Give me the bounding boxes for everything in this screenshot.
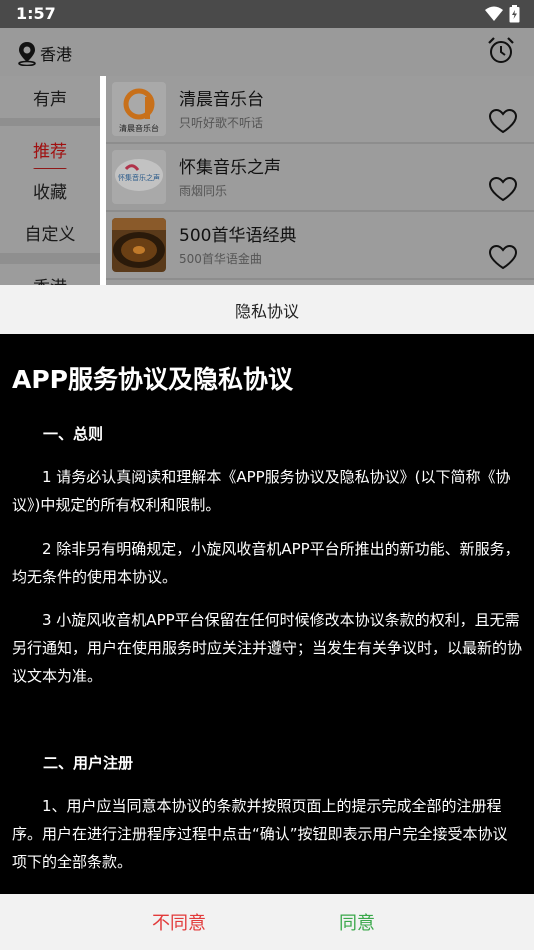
category-item-selected[interactable]: 推荐	[0, 126, 100, 172]
wifi-icon	[485, 6, 503, 21]
section-heading: 二、用户注册	[43, 754, 134, 772]
alarm-clock-icon[interactable]	[486, 36, 516, 66]
agree-button[interactable]: 同意	[268, 894, 446, 950]
agreement-content[interactable]: APP服务协议及隐私协议 一、总则 1 请务必认真阅读和理解本《APP服务协议及…	[0, 334, 534, 894]
category-item[interactable]: 自定义	[0, 211, 100, 253]
battery-icon	[509, 5, 520, 23]
status-bar: 1:57	[0, 0, 534, 28]
document-title: APP服务协议及隐私协议	[12, 365, 293, 394]
station-logo	[112, 218, 166, 272]
station-row[interactable]: 怀集音乐之声 怀集音乐之声 雨烟同乐	[106, 144, 534, 210]
station-logo: 清晨音乐台	[112, 82, 166, 136]
paragraph: 2 除非另有明确规定，小旋风收音机APP平台所推出的新功能、新服务，均无条件的使…	[12, 540, 520, 586]
station-name: 500首华语经典	[179, 226, 297, 246]
dialog-title: 隐私协议	[0, 285, 534, 334]
heart-icon[interactable]	[488, 108, 518, 134]
station-logo: 怀集音乐之声	[112, 150, 166, 204]
category-item[interactable]: 有声	[0, 76, 100, 118]
location-label: 香港	[40, 45, 73, 64]
category-item[interactable]: 收藏	[0, 169, 100, 211]
category-item[interactable]: 香港	[0, 264, 100, 285]
paragraph: 3 小旋风收音机APP平台保留在任何时候修改本协议条款的权利，且无需另行通知，用…	[12, 611, 523, 685]
status-icons	[485, 5, 520, 23]
location-selector[interactable]: 香港	[16, 40, 72, 66]
category-list: 有声 推荐 收藏 自定义 香港	[0, 76, 100, 285]
svg-text:怀集音乐之声: 怀集音乐之声	[118, 173, 160, 182]
paragraph: 1 请务必认真阅读和理解本《APP服务协议及隐私协议》(以下简称《协议》)中规定…	[12, 468, 511, 514]
status-time: 1:57	[16, 4, 56, 23]
disagree-button[interactable]: 不同意	[90, 894, 268, 950]
heart-icon[interactable]	[488, 244, 518, 270]
location-pin-icon	[18, 42, 36, 66]
svg-text:清晨音乐台: 清晨音乐台	[119, 123, 159, 133]
station-row[interactable]: 清晨音乐台 清晨音乐台 只听好歌不听话	[106, 76, 534, 142]
heart-icon[interactable]	[488, 176, 518, 202]
station-name: 清晨音乐台	[179, 90, 264, 110]
station-desc: 只听好歌不听话	[179, 116, 264, 130]
station-row[interactable]: 500首华语经典 500首华语金曲	[106, 212, 534, 278]
station-list: 清晨音乐台 清晨音乐台 只听好歌不听话 怀集音乐之声 怀集音乐之声 雨烟同乐 5…	[106, 76, 534, 285]
app-bar: 香港	[0, 28, 534, 76]
station-name: 怀集音乐之声	[179, 158, 281, 178]
station-desc: 500首华语金曲	[179, 252, 262, 266]
section-heading: 一、总则	[43, 425, 104, 443]
paragraph: 1、用户应当同意本协议的条款并按照页面上的提示完成全部的注册程序。用户在进行注册…	[12, 797, 508, 871]
station-desc: 雨烟同乐	[179, 184, 228, 198]
dialog-footer: 不同意 同意	[0, 894, 534, 950]
